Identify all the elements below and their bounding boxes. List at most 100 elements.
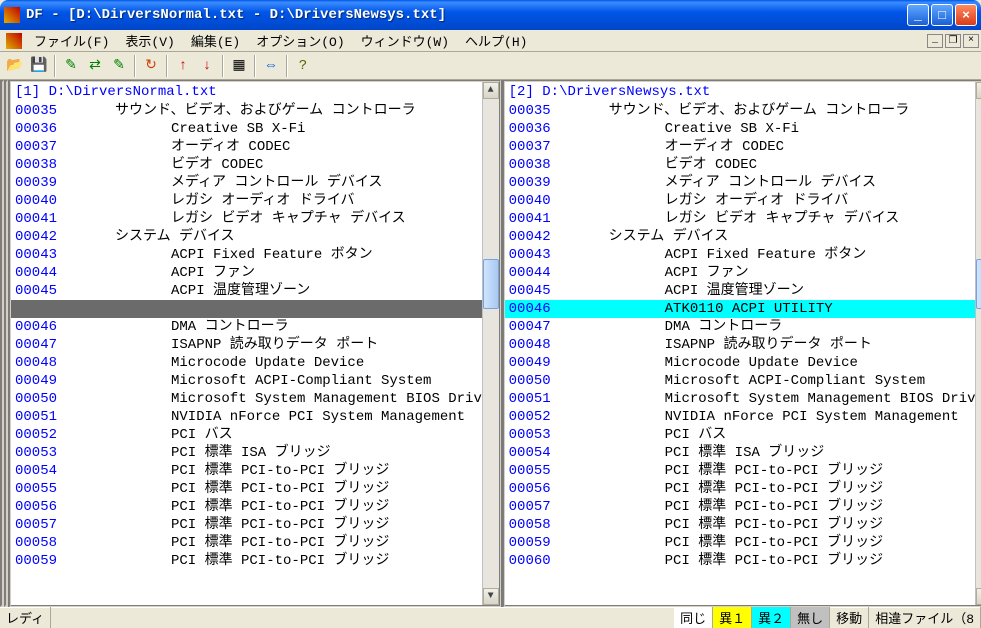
text-line[interactable] (11, 300, 499, 318)
text-line[interactable]: 00039メディア コントロール デバイス (505, 174, 981, 192)
status-same: 同じ (674, 607, 713, 628)
tool-up-icon[interactable]: ↑ (172, 55, 194, 77)
text-line[interactable]: 00059PCI 標準 PCI-to-PCI ブリッジ (11, 552, 499, 570)
text-line[interactable]: 00042システム デバイス (505, 228, 981, 246)
text-line[interactable]: 00038ビデオ CODEC (11, 156, 499, 174)
text-line[interactable]: 00055PCI 標準 PCI-to-PCI ブリッジ (11, 480, 499, 498)
menu-view[interactable]: 表示(V) (117, 29, 182, 52)
text-line[interactable]: 00057PCI 標準 PCI-to-PCI ブリッジ (11, 516, 499, 534)
text-line[interactable]: 00045ACPI 温度管理ゾーン (11, 282, 499, 300)
right-pane-title: [2] D:\DriversNewsys.txt (505, 82, 981, 102)
overview-strip-right[interactable] (4, 80, 8, 607)
text-line[interactable]: 00036Creative SB X-Fi (11, 120, 499, 138)
minimize-button[interactable]: _ (907, 4, 929, 26)
left-vscroll[interactable]: ▲ ▼ (482, 82, 499, 605)
status-diff1: 異１ (713, 607, 752, 628)
menubar: ファイル(F) 表示(V) 編集(E) オプション(O) ウィンドウ(W) ヘル… (0, 30, 981, 52)
mdi-minimize-button[interactable]: _ (927, 34, 943, 48)
text-line[interactable]: 00057PCI 標準 PCI-to-PCI ブリッジ (505, 498, 981, 516)
right-pane-path: [2] D:\DriversNewsys.txt (509, 84, 711, 100)
text-line[interactable]: 00039メディア コントロール デバイス (11, 174, 499, 192)
text-line[interactable]: 00047ISAPNP 読み取りデータ ポート (11, 336, 499, 354)
text-line[interactable]: 00047DMA コントローラ (505, 318, 981, 336)
text-line[interactable]: 00056PCI 標準 PCI-to-PCI ブリッジ (505, 480, 981, 498)
text-line[interactable]: 00049Microsoft ACPI-Compliant System (11, 372, 499, 390)
text-line[interactable]: 00036Creative SB X-Fi (505, 120, 981, 138)
text-line[interactable]: 00052NVIDIA nForce PCI System Management (505, 408, 981, 426)
left-pane: [1] D:\DirversNormal.txt 00035サウンド、ビデオ、お… (9, 80, 501, 607)
tool-open-icon[interactable]: 📂 (4, 55, 26, 77)
text-line[interactable]: 00037オーディオ CODEC (11, 138, 499, 156)
text-line[interactable]: 00049Microcode Update Device (505, 354, 981, 372)
text-line[interactable]: 00046ATK0110 ACPI UTILITY (505, 300, 981, 318)
tool-refresh-icon[interactable]: ↻ (140, 55, 162, 77)
text-line[interactable]: 00048ISAPNP 読み取りデータ ポート (505, 336, 981, 354)
menu-option[interactable]: オプション(O) (248, 29, 352, 52)
tool-both-icon[interactable]: ⇔ (260, 55, 282, 77)
right-vscroll[interactable]: ▲ ▼ (975, 82, 981, 605)
text-line[interactable]: 00040レガシ オーディオ ドライバ (11, 192, 499, 210)
tool-down-icon[interactable]: ↓ (196, 55, 218, 77)
text-line[interactable]: 00044ACPI ファン (505, 264, 981, 282)
left-pane-title: [1] D:\DirversNormal.txt (11, 82, 499, 102)
tool-compare-icon[interactable]: ▦ (228, 55, 250, 77)
text-line[interactable]: 00058PCI 標準 PCI-to-PCI ブリッジ (11, 534, 499, 552)
text-line[interactable]: 00056PCI 標準 PCI-to-PCI ブリッジ (11, 498, 499, 516)
text-line[interactable]: 00051NVIDIA nForce PCI System Management (11, 408, 499, 426)
text-line[interactable]: 00044ACPI ファン (11, 264, 499, 282)
text-line[interactable]: 00046DMA コントローラ (11, 318, 499, 336)
text-line[interactable]: 00038ビデオ CODEC (505, 156, 981, 174)
text-line[interactable]: 00055PCI 標準 PCI-to-PCI ブリッジ (505, 462, 981, 480)
maximize-button[interactable]: □ (931, 4, 953, 26)
tool-edit-right-icon[interactable]: ✎ (108, 55, 130, 77)
text-line[interactable]: 00052PCI バス (11, 426, 499, 444)
left-pane-path: [1] D:\DirversNormal.txt (15, 84, 217, 100)
text-line[interactable]: 00059PCI 標準 PCI-to-PCI ブリッジ (505, 534, 981, 552)
text-line[interactable]: 00051Microsoft System Management BIOS Dr… (505, 390, 981, 408)
tool-edit-left-icon[interactable]: ✎ (60, 55, 82, 77)
tool-save-icon[interactable]: 💾 (28, 55, 50, 77)
text-line[interactable]: 00048Microcode Update Device (11, 354, 499, 372)
text-line[interactable]: 00041レガシ ビデオ キャプチャ デバイス (11, 210, 499, 228)
left-text-area[interactable]: 00035サウンド、ビデオ、およびゲーム コントローラ00036Creative… (11, 102, 499, 605)
mdi-icon[interactable] (6, 33, 22, 49)
scroll-down-icon[interactable]: ▼ (976, 588, 981, 605)
close-button[interactable]: × (955, 4, 977, 26)
scroll-up-icon[interactable]: ▲ (483, 82, 499, 99)
right-pane: [2] D:\DriversNewsys.txt 00035サウンド、ビデオ、お… (503, 80, 981, 607)
text-line[interactable]: 00058PCI 標準 PCI-to-PCI ブリッジ (505, 516, 981, 534)
menu-edit[interactable]: 編集(E) (183, 29, 248, 52)
text-line[interactable]: 00041レガシ ビデオ キャプチャ デバイス (505, 210, 981, 228)
text-line[interactable]: 00053PCI 標準 ISA ブリッジ (11, 444, 499, 462)
menu-file[interactable]: ファイル(F) (26, 29, 117, 52)
text-line[interactable]: 00054PCI 標準 ISA ブリッジ (505, 444, 981, 462)
workspace: [1] D:\DirversNormal.txt 00035サウンド、ビデオ、お… (0, 80, 981, 607)
window-title: DF - [D:\DirversNormal.txt - D:\DriversN… (26, 7, 907, 23)
status-difffile: 相違ファイル（8 (869, 607, 981, 628)
app-icon (4, 7, 20, 23)
text-line[interactable]: 00043ACPI Fixed Feature ボタン (11, 246, 499, 264)
text-line[interactable]: 00045ACPI 温度管理ゾーン (505, 282, 981, 300)
tool-help-icon[interactable]: ? (292, 55, 314, 77)
menu-help[interactable]: ヘルプ(H) (457, 29, 535, 52)
text-line[interactable]: 00060PCI 標準 PCI-to-PCI ブリッジ (505, 552, 981, 570)
text-line[interactable]: 00043ACPI Fixed Feature ボタン (505, 246, 981, 264)
text-line[interactable]: 00040レガシ オーディオ ドライバ (505, 192, 981, 210)
menu-window[interactable]: ウィンドウ(W) (353, 29, 457, 52)
mdi-restore-button[interactable]: ❐ (945, 34, 961, 48)
titlebar[interactable]: DF - [D:\DirversNormal.txt - D:\DriversN… (0, 0, 981, 30)
text-line[interactable]: 00042システム デバイス (11, 228, 499, 246)
text-line[interactable]: 00050Microsoft System Management BIOS Dr… (11, 390, 499, 408)
status-move: 移動 (830, 607, 869, 628)
tool-swap-icon[interactable]: ⇄ (84, 55, 106, 77)
text-line[interactable]: 00050Microsoft ACPI-Compliant System (505, 372, 981, 390)
right-text-area[interactable]: 00035サウンド、ビデオ、およびゲーム コントローラ00036Creative… (505, 102, 981, 605)
scroll-down-icon[interactable]: ▼ (483, 588, 499, 605)
scroll-up-icon[interactable]: ▲ (976, 82, 981, 99)
text-line[interactable]: 00035サウンド、ビデオ、およびゲーム コントローラ (505, 102, 981, 120)
text-line[interactable]: 00035サウンド、ビデオ、およびゲーム コントローラ (11, 102, 499, 120)
mdi-close-button[interactable]: × (963, 34, 979, 48)
text-line[interactable]: 00054PCI 標準 PCI-to-PCI ブリッジ (11, 462, 499, 480)
text-line[interactable]: 00037オーディオ CODEC (505, 138, 981, 156)
text-line[interactable]: 00053PCI バス (505, 426, 981, 444)
